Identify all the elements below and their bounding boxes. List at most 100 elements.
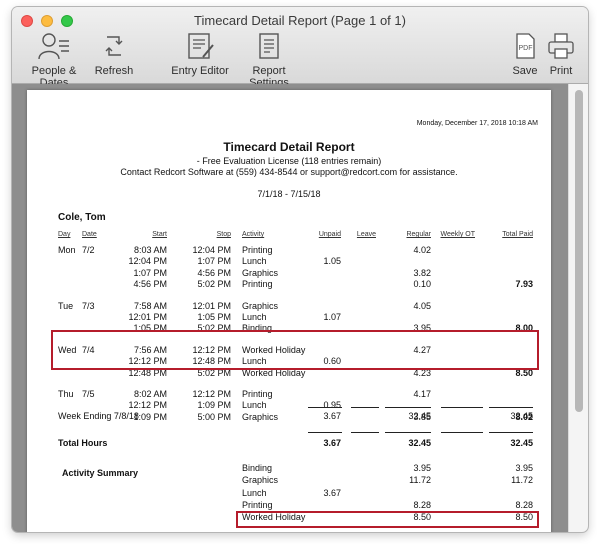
- contact-note: Contact Redcort Software at (559) 434-85…: [120, 167, 458, 177]
- summary-activity: Graphics: [242, 475, 279, 486]
- rule-unpaid: [308, 407, 342, 408]
- entry-total: 7.93: [515, 279, 533, 290]
- entry-editor-icon: [188, 33, 214, 59]
- week-ending-label: Week Ending 7/8/18: [58, 411, 139, 421]
- entry-start: 8:02 AM: [133, 389, 167, 399]
- header-date: Date: [82, 231, 97, 238]
- summary-activity: Lunch: [242, 487, 267, 498]
- header-stop: Stop: [216, 231, 231, 238]
- entry-regular: 4.02: [413, 245, 431, 255]
- report-settings-button[interactable]: Report Settings: [232, 31, 306, 89]
- rule-regular: [385, 407, 431, 408]
- entry-activity: Lunch: [242, 256, 267, 267]
- report-title: Timecard Detail Report: [223, 140, 355, 154]
- license-note: - Free Evaluation License (118 entries r…: [196, 156, 382, 166]
- report-page: Monday, December 17, 2018 10:18 AM Timec…: [27, 90, 551, 532]
- vertical-scrollbar[interactable]: [568, 84, 588, 532]
- summary-regular: 11.72: [409, 475, 431, 486]
- entry-activity: Lunch: [242, 400, 267, 411]
- entry-unpaid: 0.95: [323, 400, 341, 411]
- activity-summary-label: Activity Summary: [62, 468, 139, 478]
- entry-start: 4:56 PM: [133, 279, 167, 290]
- summary-unpaid: 3.67: [323, 487, 341, 498]
- entry-activity: Graphics: [242, 267, 279, 278]
- entry-stop: 12:12 PM: [192, 389, 231, 399]
- header-weekly-ot: Weekly OT: [440, 231, 476, 238]
- header-activity: Activity: [242, 231, 265, 238]
- header-unpaid: Unpaid: [318, 231, 341, 238]
- entry-stop: 12:01 PM: [192, 300, 231, 311]
- holiday-summary-highlight-box: [236, 511, 539, 528]
- entry-regular: 0.10: [413, 279, 431, 290]
- rule2-weekly-ot: [441, 432, 483, 433]
- pdf-glyph-text: PDF: [519, 45, 533, 52]
- people-icon: [38, 33, 69, 60]
- entry-unpaid: 1.07: [323, 312, 341, 322]
- print-label: Print: [549, 65, 573, 77]
- entry-editor-button[interactable]: Entry Editor: [170, 31, 230, 77]
- refresh-icon: [105, 36, 123, 56]
- entry-start: 12:01 PM: [128, 312, 167, 322]
- header-leave: Leave: [356, 231, 376, 238]
- titlebar: Timecard Detail Report (Page 1 of 1) Peo…: [12, 7, 588, 89]
- entry-activity: Printing: [242, 245, 273, 255]
- entry-date: 7/2: [82, 245, 95, 255]
- entry-start: 8:03 AM: [133, 245, 167, 255]
- header-day: Day: [58, 231, 71, 238]
- entry-start: 7:58 AM: [133, 300, 167, 311]
- report-settings-icon: [259, 33, 279, 59]
- save-label: Save: [512, 65, 538, 77]
- entry-activity: Printing: [242, 389, 273, 399]
- summary-regular: 3.95: [413, 463, 431, 473]
- entry-activity: Graphics: [242, 300, 279, 311]
- total-hours-regular: 32.45: [408, 438, 431, 448]
- header-start: Start: [152, 231, 167, 238]
- week-ending-unpaid: 3.67: [323, 411, 341, 421]
- entry-editor-label: Entry Editor: [171, 65, 229, 77]
- summary-activity: Printing: [242, 499, 273, 510]
- entry-regular: 4.17: [413, 389, 431, 399]
- rule-weekly-ot: [441, 407, 483, 408]
- save-button[interactable]: PDF Save: [508, 31, 542, 77]
- summary-activity: Binding: [242, 463, 273, 473]
- summary-total: 3.95: [515, 463, 533, 473]
- summary-regular: 8.28: [413, 499, 431, 510]
- header-total-paid: Total Paid: [502, 231, 533, 238]
- entry-stop: 4:56 PM: [197, 267, 231, 278]
- summary-total: 8.28: [515, 499, 533, 510]
- rule2-unpaid: [308, 432, 342, 433]
- entry-unpaid: 1.05: [323, 256, 341, 267]
- entry-day: Tue: [58, 300, 74, 311]
- entry-activity: Printing: [242, 279, 273, 290]
- rule-leave: [351, 407, 379, 408]
- employee-name: Cole, Tom: [58, 212, 106, 223]
- entry-stop: 1:09 PM: [197, 400, 231, 411]
- report-period: 7/1/18 - 7/15/18: [257, 189, 321, 199]
- people-dates-button[interactable]: People & Dates: [16, 31, 92, 89]
- entry-date: 7/3: [82, 300, 95, 311]
- scrollbar-thumb[interactable]: [575, 90, 583, 412]
- print-date: Monday, December 17, 2018 10:18 AM: [416, 120, 538, 127]
- week-ending-total: 32.45: [510, 411, 533, 421]
- pdf-icon: PDF: [516, 33, 535, 59]
- entry-start: 12:12 PM: [128, 400, 167, 411]
- report-window: Timecard Detail Report (Page 1 of 1) Peo…: [12, 7, 588, 532]
- print-button[interactable]: Print: [543, 31, 579, 77]
- refresh-button[interactable]: Refresh: [92, 31, 136, 77]
- refresh-label: Refresh: [94, 65, 134, 77]
- rule2-total: [489, 432, 533, 433]
- rule2-regular: [385, 432, 431, 433]
- report-viewer[interactable]: Monday, December 17, 2018 10:18 AM Timec…: [12, 84, 588, 532]
- total-hours-unpaid: 3.67: [323, 438, 341, 448]
- summary-total: 11.72: [511, 475, 533, 486]
- entry-activity: Lunch: [242, 312, 267, 322]
- entry-day: Thu: [58, 389, 74, 399]
- window-title: Timecard Detail Report (Page 1 of 1): [194, 13, 406, 28]
- entry-stop: 1:07 PM: [197, 256, 231, 267]
- total-hours-total: 32.45: [510, 438, 533, 448]
- entry-stop: 1:05 PM: [197, 312, 231, 322]
- entry-stop: 5:00 PM: [197, 411, 231, 422]
- entry-stop: 12:04 PM: [192, 245, 231, 255]
- entry-stop: 5:02 PM: [197, 279, 231, 290]
- entry-regular: 3.82: [413, 267, 431, 278]
